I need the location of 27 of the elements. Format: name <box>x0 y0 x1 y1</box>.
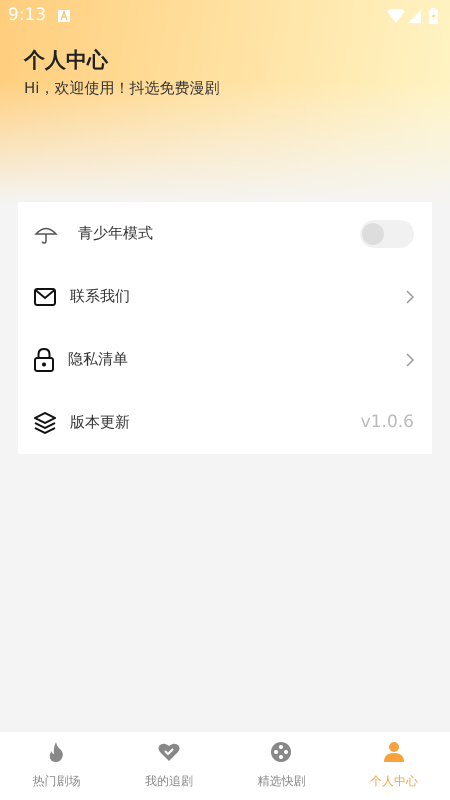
page-title: 个人中心 <box>24 48 110 74</box>
nav-tab[interactable]: 精选快剧 <box>225 732 338 800</box>
nav-tab[interactable]: 我的追剧 <box>112 732 225 800</box>
menu-label: 联系我们 <box>70 286 131 308</box>
welcome-text: Hi，欢迎使用！抖选免费漫剧 <box>24 78 220 100</box>
menu-label: 隐私清单 <box>68 349 129 370</box>
nav-tab[interactable]: 热门剧场 <box>0 732 112 800</box>
menu-item[interactable]: 联系我们 <box>18 265 432 328</box>
battery-icon <box>429 8 438 24</box>
nav-tab[interactable]: 个人中心 <box>338 732 450 800</box>
lock-icon <box>34 348 54 372</box>
signal-icon <box>408 10 421 22</box>
mail-icon <box>34 288 56 306</box>
chevron-right-icon <box>406 352 414 366</box>
chevron-right-icon <box>406 290 414 304</box>
user-icon <box>382 740 406 764</box>
notification-icon <box>58 10 70 22</box>
menu-item[interactable]: 隐私清单 <box>18 328 432 391</box>
version-text: v1.0.6 <box>360 410 414 434</box>
status-time: 9:13 <box>8 4 46 28</box>
menu-label: 版本更新 <box>70 412 131 434</box>
wifi-icon <box>387 9 405 23</box>
menu-label: 青少年模式 <box>78 223 154 244</box>
film-reel-icon <box>269 740 294 764</box>
toggle-switch[interactable] <box>360 220 414 248</box>
menu-item[interactable]: 版本更新 v1.0.6 <box>18 391 432 454</box>
layers-icon <box>34 412 56 434</box>
